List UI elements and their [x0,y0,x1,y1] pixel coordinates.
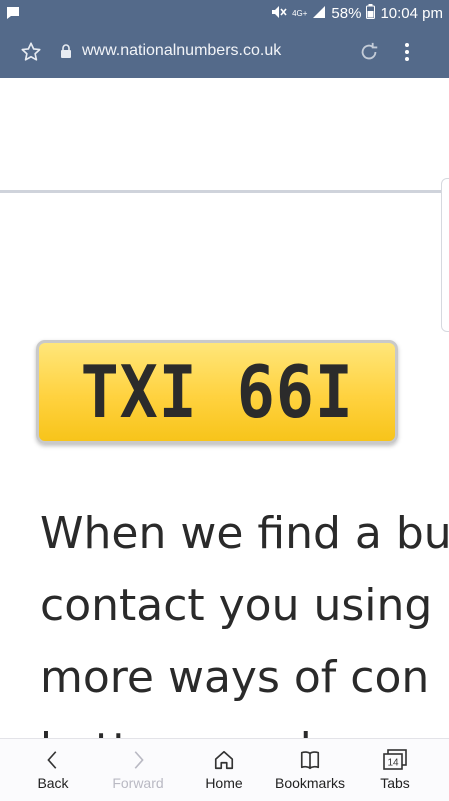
signal-icon [312,5,326,23]
back-label: Back [37,775,69,791]
tab-count: 14 [387,758,399,769]
chevron-left-icon [47,751,57,769]
overflow-menu-icon[interactable] [404,41,410,67]
tabs-icon: 14 [383,749,407,770]
forward-button[interactable]: Forward [104,739,172,801]
mute-icon [271,5,287,23]
body-line: When we find a bu [40,508,449,559]
chat-icon [6,6,20,24]
bottom-navigation: Back Forward Home Bookmarks 14 Tabs [0,738,449,801]
home-icon [214,750,234,770]
chevron-right-icon [134,751,144,769]
browser-toolbar: www.nationalnumbers.co.uk [0,28,449,78]
web-content[interactable]: TXI 66I When we find a bu contact you us… [0,78,449,738]
bookmarks-button[interactable]: Bookmarks [270,739,350,801]
forward-label: Forward [112,775,164,791]
back-button[interactable]: Back [20,739,86,801]
plate-text: TXI 66I [80,350,354,434]
tabs-label: Tabs [380,775,410,791]
battery-percent: 58% [331,5,362,22]
home-button[interactable]: Home [190,739,258,801]
home-label: Home [205,775,243,791]
body-paragraph: When we find a bu contact you using more… [40,498,449,738]
clock: 10:04 pm [380,5,443,22]
body-line: contact you using [40,580,433,631]
network-label: 4G+ [292,8,308,18]
star-icon[interactable] [20,41,42,67]
bookmarks-icon [300,751,320,770]
tabs-button[interactable]: 14 Tabs [362,739,428,801]
reload-icon[interactable] [358,41,380,67]
body-line: better our chance [40,714,449,738]
number-plate: TXI 66I [36,340,398,444]
battery-icon [366,4,376,23]
url-text[interactable]: www.nationalnumbers.co.uk [82,42,281,60]
lock-icon [60,44,72,63]
status-bar: 4G+ 58% 10:04 pm [0,0,449,28]
scroll-thumb[interactable] [441,178,449,332]
divider [0,190,449,193]
bookmarks-label: Bookmarks [274,775,346,791]
body-line: more ways of con [40,652,430,703]
